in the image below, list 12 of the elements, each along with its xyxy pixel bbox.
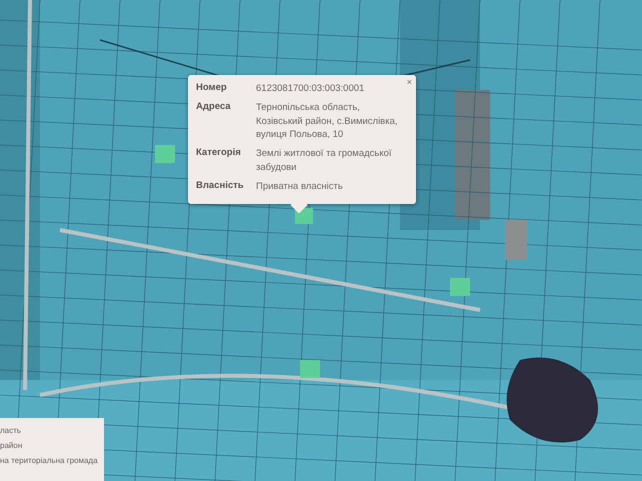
legend-item[interactable]: ласть bbox=[0, 426, 104, 435]
close-button[interactable]: × bbox=[406, 77, 412, 87]
field-value: 6123081700:03:003:0001 bbox=[256, 82, 366, 96]
field-label: Власність bbox=[196, 180, 245, 193]
field-value: Приватна власність bbox=[256, 180, 344, 194]
legend-item[interactable]: на територіальна громада bbox=[0, 456, 98, 465]
legend-item[interactable]: район bbox=[0, 441, 104, 450]
field-value: Землі житлової та громадської забудови bbox=[256, 147, 393, 175]
field-label: Категорія bbox=[196, 147, 242, 160]
field-label: Адреса bbox=[196, 100, 232, 114]
field-label: Номер bbox=[196, 82, 228, 95]
field-value: Тернопільська область, Козівський район, с.Вимислівка, вулиця Польова, 10 bbox=[256, 100, 399, 142]
